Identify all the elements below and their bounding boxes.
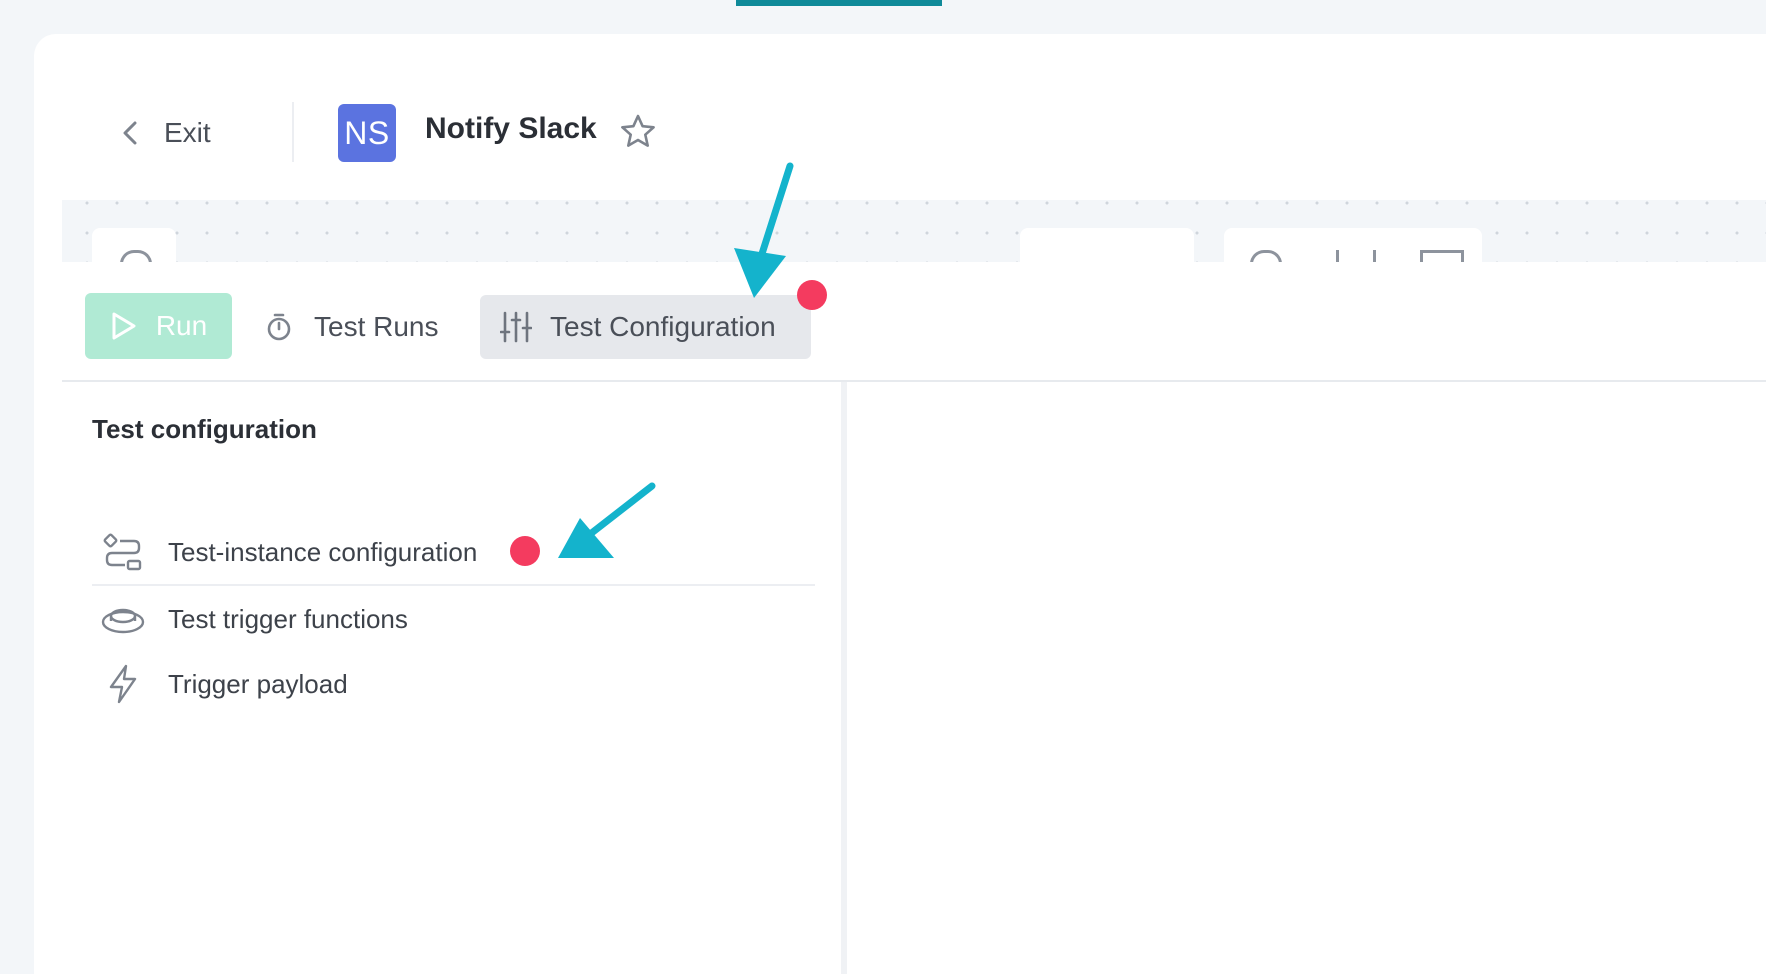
canvas-node-trigger[interactable]: [92, 228, 176, 262]
menu-divider: [92, 584, 815, 586]
menu-item-test-instance-configuration[interactable]: Test-instance configuration: [100, 524, 477, 580]
header-divider: [292, 102, 294, 162]
gear-icon: [120, 250, 152, 262]
play-icon: [112, 312, 136, 340]
menu-item-test-trigger-functions[interactable]: Test trigger functions: [100, 591, 408, 647]
top-tab-indicator: [736, 0, 942, 6]
exit-button[interactable]: Exit: [118, 108, 211, 158]
test-instance-alert-dot: [510, 536, 540, 566]
menu-item-label: Test-instance configuration: [168, 536, 478, 567]
workflow-canvas[interactable]: [62, 200, 1766, 262]
lightning-bolt-icon: [100, 661, 146, 707]
trigger-button-icon: [100, 596, 146, 642]
instance-config-icon: [100, 529, 146, 575]
test-configuration-alert-dot: [797, 280, 827, 310]
page: Exit NS Notify Slack Run Test Runs Test …: [0, 0, 1766, 974]
menu-item-trigger-payload[interactable]: Trigger payload: [100, 656, 348, 712]
globe-icon: [1250, 250, 1282, 262]
sliders-icon: [500, 311, 532, 343]
stopwatch-icon: [267, 313, 291, 341]
chevron-left-icon: [123, 121, 137, 145]
star-icon[interactable]: [618, 112, 658, 152]
grid-icon: [1420, 250, 1464, 262]
canvas-node-step[interactable]: [1020, 228, 1194, 262]
run-button[interactable]: Run: [85, 293, 232, 359]
test-configuration-button[interactable]: Test Configuration: [480, 295, 811, 359]
page-title: Notify Slack: [425, 112, 597, 145]
menu-item-label: Test trigger functions: [168, 603, 408, 634]
exit-label: Exit: [164, 117, 211, 148]
panel-title: Test configuration: [92, 414, 317, 444]
test-runs-button[interactable]: Test Runs: [264, 298, 439, 356]
menu-item-label: Trigger payload: [168, 668, 348, 699]
test-runs-label: Test Runs: [314, 311, 439, 342]
canvas-node-action[interactable]: [1224, 228, 1482, 262]
columns-icon: [1336, 250, 1376, 262]
workflow-avatar: NS: [338, 104, 396, 162]
detail-pane: [853, 382, 1766, 974]
test-configuration-label: Test Configuration: [550, 311, 776, 342]
run-label: Run: [155, 310, 208, 341]
